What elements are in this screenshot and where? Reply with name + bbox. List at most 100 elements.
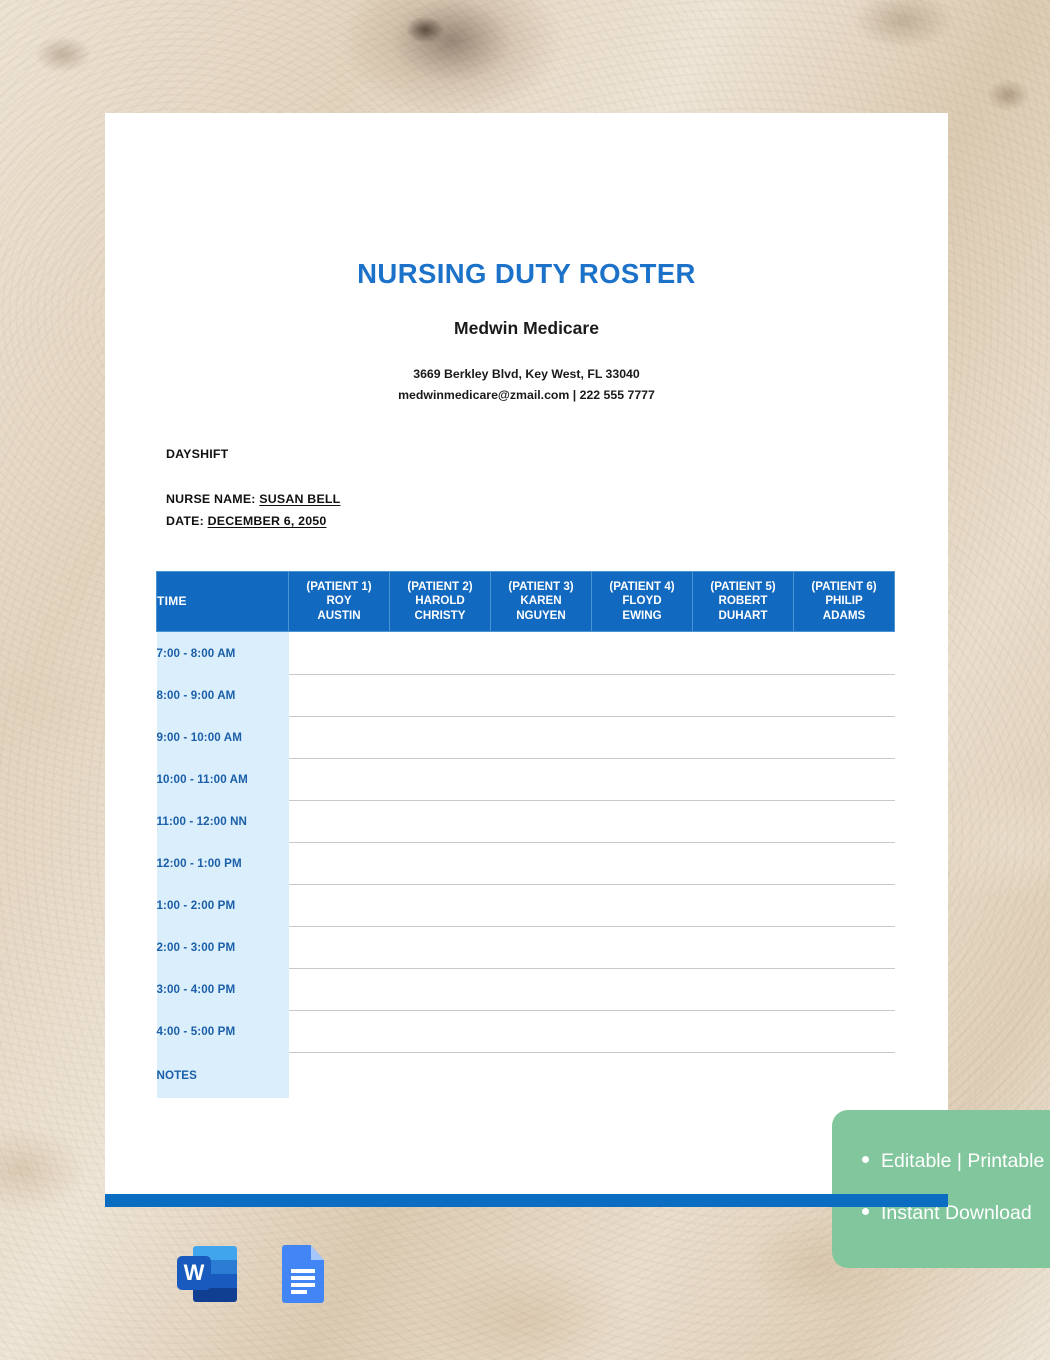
time-slot-cell: 7:00 - 8:00 AM <box>156 631 289 674</box>
entry-cell[interactable] <box>389 926 491 969</box>
entry-cell[interactable] <box>389 674 491 717</box>
entry-cell[interactable] <box>692 1010 794 1053</box>
entry-cell[interactable] <box>591 758 693 801</box>
column-header-patient-4: (PATIENT 4) FLOYD EWING <box>591 571 693 632</box>
entry-cell[interactable] <box>793 842 895 885</box>
entry-cell[interactable] <box>490 758 592 801</box>
entry-cell[interactable] <box>793 631 895 675</box>
time-slot-cell: 4:00 - 5:00 PM <box>156 1010 289 1052</box>
entry-cell[interactable] <box>490 716 592 759</box>
entry-cell[interactable] <box>793 968 895 1011</box>
patient-1-first: ROY <box>326 594 352 608</box>
entry-cell[interactable] <box>591 968 693 1011</box>
entry-cell[interactable] <box>490 884 592 927</box>
entry-cell[interactable] <box>490 926 592 969</box>
table-row: 9:00 - 10:00 AM <box>156 716 895 759</box>
entry-cell[interactable] <box>591 884 693 927</box>
entry-cell[interactable] <box>793 884 895 927</box>
google-docs-fold-shape <box>310 1245 324 1260</box>
entry-cell[interactable] <box>591 800 693 843</box>
table-row: 4:00 - 5:00 PM <box>156 1010 895 1053</box>
entry-cell[interactable] <box>591 1052 693 1098</box>
entry-cell[interactable] <box>591 674 693 717</box>
entry-cell[interactable] <box>793 800 895 843</box>
entry-cell[interactable] <box>288 674 390 717</box>
entry-cell[interactable] <box>288 1010 390 1053</box>
entry-cell[interactable] <box>288 1052 390 1098</box>
microsoft-word-icon[interactable]: W <box>177 1243 239 1305</box>
entry-cell[interactable] <box>793 1010 895 1053</box>
entry-cell[interactable] <box>793 926 895 969</box>
entry-cell[interactable] <box>692 631 794 675</box>
entry-cell[interactable] <box>692 884 794 927</box>
entry-cell[interactable] <box>591 1010 693 1053</box>
patient-3-tag: (PATIENT 3) <box>508 580 574 594</box>
entry-cell[interactable] <box>288 758 390 801</box>
entry-cell[interactable] <box>389 1052 491 1098</box>
contact-line: medwinmedicare@zmail.com | 222 555 7777 <box>398 388 655 402</box>
table-row: 1:00 - 2:00 PM <box>156 884 895 927</box>
entry-cell[interactable] <box>288 884 390 927</box>
google-docs-icon[interactable] <box>271 1243 333 1305</box>
patient-2-tag: (PATIENT 2) <box>407 580 473 594</box>
entry-cell[interactable] <box>793 1052 895 1098</box>
organization-contact-block: 3669 Berkley Blvd, Key West, FL 33040 me… <box>105 364 948 406</box>
column-header-patient-1: (PATIENT 1) ROY AUSTIN <box>288 571 390 632</box>
nurse-name-value[interactable]: SUSAN BELL <box>259 492 340 506</box>
date-value[interactable]: DECEMBER 6, 2050 <box>208 514 327 528</box>
entry-cell[interactable] <box>288 926 390 969</box>
table-header-row: TIME (PATIENT 1) ROY AUSTIN (PATIENT 2) … <box>156 571 895 632</box>
entry-cell[interactable] <box>793 674 895 717</box>
table-row: 11:00 - 12:00 NN <box>156 800 895 843</box>
entry-cell[interactable] <box>288 968 390 1011</box>
entry-cell[interactable] <box>692 926 794 969</box>
entry-cell[interactable] <box>793 716 895 759</box>
entry-cell[interactable] <box>591 631 693 675</box>
entry-cell[interactable] <box>288 800 390 843</box>
entry-cell[interactable] <box>591 842 693 885</box>
entry-cell[interactable] <box>692 716 794 759</box>
entry-cell[interactable] <box>389 800 491 843</box>
entry-cell[interactable] <box>692 800 794 843</box>
entry-cell[interactable] <box>288 842 390 885</box>
organization-name: Medwin Medicare <box>454 318 599 338</box>
entry-cell[interactable] <box>389 884 491 927</box>
entry-cell[interactable] <box>490 1052 592 1098</box>
nurse-name-field: NURSE NAME: SUSAN BELL <box>166 492 340 506</box>
table-row: NOTES <box>156 1052 895 1098</box>
entry-cell[interactable] <box>288 716 390 759</box>
entry-cell[interactable] <box>490 674 592 717</box>
roster-table-head: TIME (PATIENT 1) ROY AUSTIN (PATIENT 2) … <box>156 571 895 632</box>
entry-cell[interactable] <box>692 968 794 1011</box>
time-slot-cell: 3:00 - 4:00 PM <box>156 968 289 1010</box>
page-title: NURSING DUTY ROSTER <box>357 258 696 289</box>
entry-cell[interactable] <box>389 842 491 885</box>
patient-2-last: CHRISTY <box>414 608 466 622</box>
entry-cell[interactable] <box>490 968 592 1011</box>
entry-cell[interactable] <box>389 968 491 1011</box>
entry-cell[interactable] <box>692 758 794 801</box>
patient-2-first: HAROLD <box>415 594 465 608</box>
column-header-time: TIME <box>156 571 289 632</box>
entry-cell[interactable] <box>389 758 491 801</box>
table-row: 2:00 - 3:00 PM <box>156 926 895 969</box>
entry-cell[interactable] <box>389 1010 491 1053</box>
entry-cell[interactable] <box>288 631 390 675</box>
entry-cell[interactable] <box>389 631 491 675</box>
entry-cell[interactable] <box>490 800 592 843</box>
entry-cell[interactable] <box>692 1052 794 1098</box>
entry-cell[interactable] <box>591 716 693 759</box>
document-page: NURSING DUTY ROSTER Medwin Medicare 3669… <box>105 113 1050 1268</box>
entry-cell[interactable] <box>490 1010 592 1053</box>
entry-cell[interactable] <box>490 631 592 675</box>
column-header-patient-5: (PATIENT 5) ROBERT DUHART <box>692 571 794 632</box>
shift-label: DAYSHIFT <box>166 447 229 461</box>
patient-5-tag: (PATIENT 5) <box>710 580 776 594</box>
entry-cell[interactable] <box>591 926 693 969</box>
bullet-icon <box>862 1208 869 1216</box>
entry-cell[interactable] <box>793 758 895 801</box>
entry-cell[interactable] <box>389 716 491 759</box>
entry-cell[interactable] <box>490 842 592 885</box>
entry-cell[interactable] <box>692 842 794 885</box>
entry-cell[interactable] <box>692 674 794 717</box>
